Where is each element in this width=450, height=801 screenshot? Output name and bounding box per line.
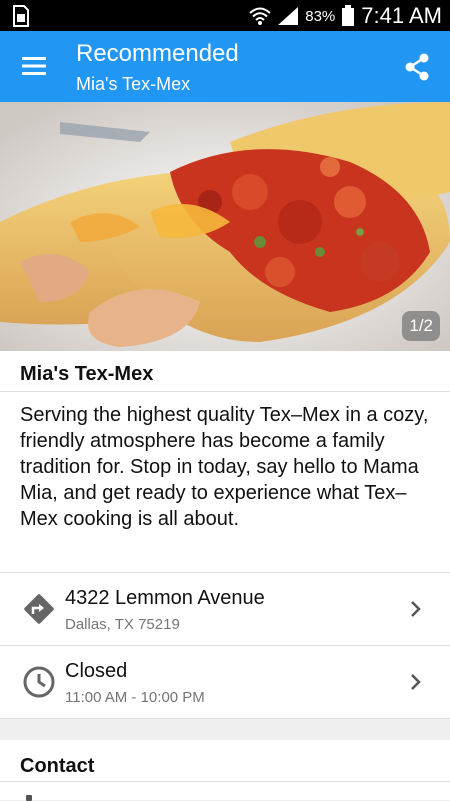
wifi-icon [249, 7, 271, 25]
page-subtitle: Mia's Tex-Mex [76, 74, 191, 94]
sd-card-icon [13, 5, 29, 27]
chevron-right-icon [411, 674, 421, 690]
share-icon[interactable] [404, 53, 430, 81]
address-row[interactable]: 4322 Lemmon Avenue Dallas, TX 75219 [0, 573, 450, 646]
clock-time: 7:41 AM [361, 3, 442, 28]
battery-percent: 83% [305, 7, 336, 25]
business-description: Serving the highest quality Tex–Mex in a… [20, 404, 429, 530]
business-name: Mia's Tex-Mex [20, 363, 154, 385]
contact-heading: Contact [20, 755, 95, 777]
description-card: Serving the highest quality Tex–Mex in a… [0, 392, 450, 573]
page-title: Recommended [76, 40, 239, 67]
divider [0, 781, 450, 782]
enchilada-photo [0, 102, 450, 351]
menu-icon[interactable] [22, 55, 48, 77]
hours-status: Closed [65, 660, 128, 682]
status-bar: 83% 7:41 AM [0, 0, 450, 31]
address-line1: 4322 Lemmon Avenue [65, 587, 265, 609]
directions-icon [24, 594, 54, 624]
business-name-card: Mia's Tex-Mex [0, 351, 450, 392]
hours-row[interactable]: Closed 11:00 AM - 10:00 PM [0, 646, 450, 719]
signal-icon [278, 7, 299, 25]
address-line2: Dallas, TX 75219 [65, 616, 180, 633]
phone-icon [26, 795, 32, 801]
hours-range: 11:00 AM - 10:00 PM [65, 689, 205, 706]
contact-section: Contact [0, 740, 450, 801]
app-bar: Recommended Mia's Tex-Mex [0, 31, 450, 102]
clock-icon [23, 666, 55, 698]
app-bar-titles: Recommended Mia's Tex-Mex [76, 40, 239, 96]
hero-image[interactable]: 1/2 [0, 102, 450, 351]
battery-icon [342, 5, 355, 26]
image-counter: 1/2 [402, 311, 440, 341]
chevron-right-icon [411, 601, 421, 617]
